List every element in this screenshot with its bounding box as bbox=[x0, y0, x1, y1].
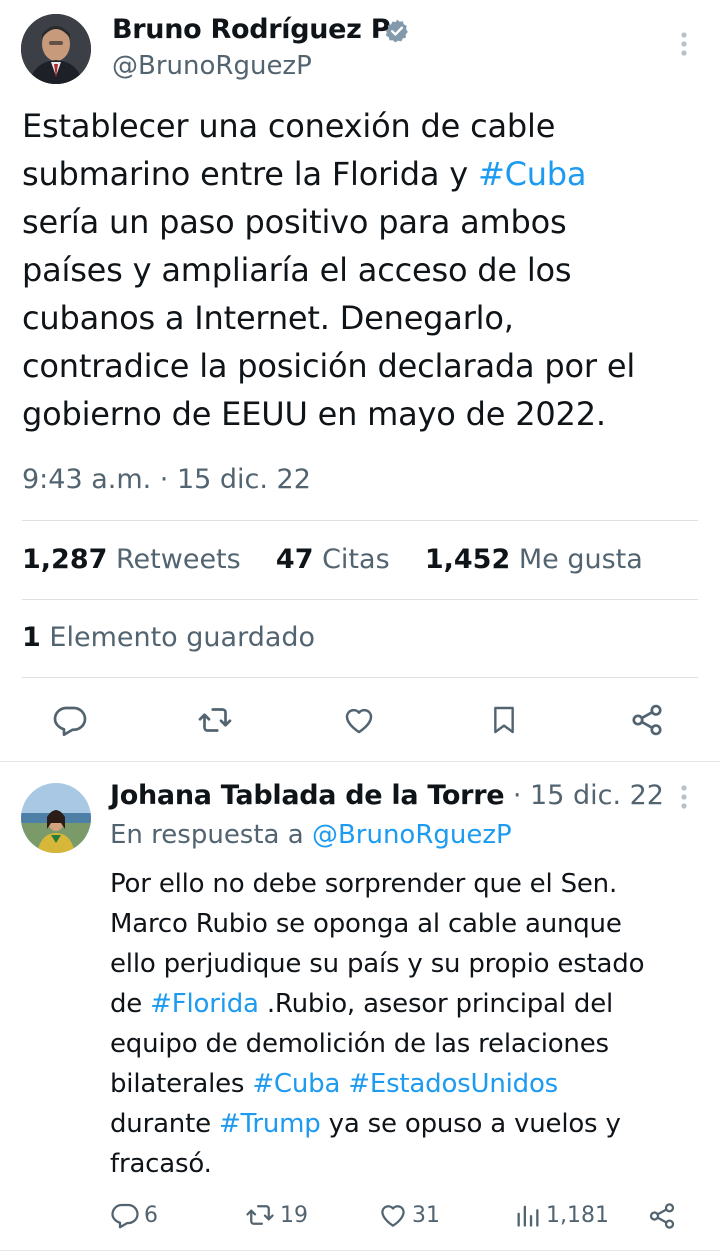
stats-row: 1,287 Retweets 47 Citas 1,452 Me gusta bbox=[22, 544, 643, 575]
share-icon[interactable] bbox=[629, 702, 665, 738]
section-divider bbox=[0, 761, 720, 762]
reply-more-options-icon[interactable] bbox=[674, 783, 694, 811]
bookmarks-label: Elemento guardado bbox=[49, 622, 316, 653]
divider bbox=[22, 520, 698, 521]
reply-header: Johana Tablada de la Torre · 15 dic. 22 bbox=[110, 780, 664, 811]
quotes-stat[interactable]: 47 Citas bbox=[276, 544, 390, 575]
tweet-text-line: países y ampliaría el acceso de los bbox=[22, 251, 572, 289]
reply-retweet-action[interactable]: 19 bbox=[244, 1200, 308, 1230]
views-icon bbox=[514, 1200, 542, 1230]
divider bbox=[22, 677, 698, 678]
reply-text-segment: ya se opuso a vuelos y bbox=[320, 1109, 621, 1139]
bookmarks-stat[interactable]: 1 Elemento guardado bbox=[22, 622, 315, 653]
reply-share-icon[interactable] bbox=[647, 1201, 677, 1231]
author-avatar[interactable] bbox=[21, 14, 91, 84]
likes-count: 1,452 bbox=[424, 544, 511, 575]
like-icon[interactable] bbox=[341, 703, 377, 737]
reply-icon[interactable] bbox=[52, 702, 88, 738]
reply-text-line: equipo de demolición de las relaciones bbox=[110, 1029, 609, 1059]
retweets-stat[interactable]: 1,287 Retweets bbox=[22, 544, 241, 575]
hashtag-link[interactable]: #Florida bbox=[150, 989, 259, 1019]
author-handle[interactable]: @BrunoRguezP bbox=[112, 51, 312, 81]
retweet-icon[interactable] bbox=[196, 702, 234, 738]
reply-like-action[interactable]: 31 bbox=[378, 1200, 440, 1230]
reply-text-line: ello perjudique su país y su propio esta… bbox=[110, 949, 645, 979]
in-reply-to: En respuesta a @BrunoRguezP bbox=[110, 820, 512, 850]
retweet-icon bbox=[244, 1200, 276, 1230]
reply-text-line: bilaterales #Cuba #EstadosUnidos bbox=[110, 1064, 710, 1104]
in-reply-prefix: En respuesta a bbox=[110, 820, 312, 850]
like-icon bbox=[378, 1200, 408, 1230]
reply-text-line: Marco Rubio se oponga al cable aunque bbox=[110, 909, 622, 939]
tweet-text: Establecer una conexión de cable submari… bbox=[22, 102, 712, 438]
more-options-icon[interactable] bbox=[674, 30, 694, 58]
tweet-text-line: cubanos a Internet. Denegarlo, bbox=[22, 299, 514, 337]
tweet-text-line: gobierno de EEUU en mayo de 2022. bbox=[22, 395, 606, 433]
tweet-text-line: submarino entre la Florida y #Cuba bbox=[22, 150, 712, 198]
likes-stat[interactable]: 1,452 Me gusta bbox=[425, 544, 643, 575]
reply-text-line: fracasó. bbox=[110, 1149, 212, 1179]
reply-text-segment: durante bbox=[110, 1109, 219, 1139]
reply-separator: · bbox=[512, 780, 522, 811]
tweet-text-line: contradice la posición declarada por el bbox=[22, 347, 636, 385]
verified-badge-icon bbox=[384, 18, 410, 44]
bottom-divider bbox=[0, 1250, 720, 1251]
reply-text-segment: bilaterales bbox=[110, 1069, 253, 1099]
reply-replies-count: 6 bbox=[144, 1202, 158, 1228]
bookmarks-count: 1 bbox=[22, 622, 41, 653]
reply-text-line: de #Florida .Rubio, asesor principal del bbox=[110, 984, 710, 1024]
hashtag-link[interactable]: #Trump bbox=[219, 1109, 321, 1139]
tweet-timestamp[interactable]: 9:43 a.m. · 15 dic. 22 bbox=[22, 464, 311, 495]
reply-text-line: durante #Trump ya se opuso a vuelos y bbox=[110, 1104, 710, 1144]
reply-retweets-count: 19 bbox=[280, 1202, 308, 1228]
in-reply-handle-link[interactable]: @BrunoRguezP bbox=[312, 820, 512, 850]
reply-views-action[interactable]: 1,181 bbox=[514, 1200, 609, 1230]
author-name[interactable]: Bruno Rodríguez P bbox=[112, 14, 391, 45]
tweet-text-line: sería un paso positivo para ambos bbox=[22, 203, 567, 241]
reply-date[interactable]: 15 dic. 22 bbox=[530, 780, 664, 811]
reply-views-count: 1,181 bbox=[546, 1202, 609, 1228]
reply-reply-action[interactable]: 6 bbox=[110, 1200, 158, 1230]
retweets-count: 1,287 bbox=[22, 544, 108, 575]
bookmark-icon[interactable] bbox=[488, 702, 520, 738]
quotes-label: Citas bbox=[322, 544, 390, 575]
tweet-text-segment: submarino entre la Florida y bbox=[22, 155, 478, 193]
reply-author-avatar[interactable] bbox=[21, 783, 91, 853]
reply-text-segment: .Rubio, asesor principal del bbox=[258, 989, 614, 1019]
reply-text-line: Por ello no debe sorprender que el Sen. bbox=[110, 869, 618, 899]
hashtag-link[interactable]: #Cuba bbox=[478, 155, 587, 193]
retweets-label: Retweets bbox=[116, 544, 241, 575]
reply-likes-count: 31 bbox=[412, 1202, 440, 1228]
hashtag-link[interactable]: #EstadosUnidos bbox=[348, 1069, 558, 1099]
divider bbox=[22, 599, 698, 600]
reply-text-segment: de bbox=[110, 989, 151, 1019]
quotes-count: 47 bbox=[275, 544, 314, 575]
reply-author-name[interactable]: Johana Tablada de la Torre bbox=[110, 780, 505, 811]
tweet-text-line: Establecer una conexión de cable bbox=[22, 107, 556, 145]
hashtag-link[interactable]: #Cuba bbox=[252, 1069, 340, 1099]
likes-label: Me gusta bbox=[518, 544, 643, 575]
reply-icon bbox=[110, 1200, 140, 1230]
reply-text: Por ello no debe sorprender que el Sen. … bbox=[110, 864, 710, 1184]
